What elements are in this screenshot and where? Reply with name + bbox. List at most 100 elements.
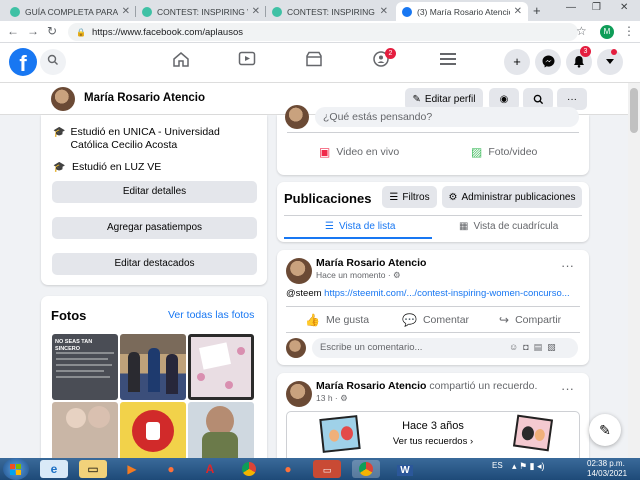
browser-tab-2[interactable]: CONTEST: INSPIRING W ✕ [136, 2, 266, 21]
new-tab-icon[interactable]: + [533, 3, 541, 18]
language-indicator[interactable]: ES [492, 461, 503, 470]
facebook-top-nav: f 2 + 3 [0, 43, 640, 83]
profile-name[interactable]: María Rosario Atencio [84, 92, 205, 104]
like-button[interactable]: 👍 Me gusta [305, 313, 369, 327]
tab-grid-view[interactable]: ▦ Vista de cuadrícula [459, 221, 558, 232]
add-hobbies-button[interactable]: Agregar pasatiempos [52, 217, 257, 239]
browser-menu-icon[interactable]: ⋮ [623, 24, 635, 38]
gif-icon[interactable]: ▤ [534, 342, 548, 352]
watch-icon[interactable] [238, 51, 256, 72]
tab-list-view[interactable]: ☰ Vista de lista [325, 221, 395, 232]
create-plus-icon[interactable]: + [504, 49, 530, 75]
avatar[interactable] [286, 381, 312, 407]
clock-time[interactable]: 02:38 p.m. [587, 459, 625, 468]
address-bar: ← → ↻ 🔒 https://www.facebook.com/aplauso… [0, 21, 640, 43]
browser-tab-1[interactable]: GUÍA COMPLETA PARA FO ✕ [4, 2, 136, 21]
photo-thumbnail[interactable] [188, 402, 254, 462]
comment-button[interactable]: 💬 Comentar [402, 313, 469, 327]
close-window-icon[interactable]: ✕ [620, 2, 628, 13]
photo-thumbnail[interactable]: NO SEAS TAN SINCERO [52, 334, 118, 400]
tab-label: CONTEST: INSPIRING WOM [287, 6, 376, 17]
forward-arrow-icon[interactable]: → [27, 24, 39, 38]
photos-card: Fotos Ver todas las fotos NO SEAS TAN SI… [41, 296, 267, 471]
firefox-icon[interactable]: ● [157, 460, 185, 478]
start-button[interactable] [3, 458, 29, 480]
close-tab-icon[interactable]: ✕ [122, 6, 130, 17]
live-video-label: Video en vivo [336, 146, 400, 158]
emoji-icon[interactable]: ☺ [509, 342, 523, 352]
photo-thumbnail[interactable] [52, 402, 118, 462]
filters-button[interactable]: ☰ Filtros [382, 186, 437, 208]
photo-video-button[interactable]: ▨ Foto/video [471, 145, 537, 159]
photo-thumbnail[interactable] [120, 402, 186, 462]
account-chevron-down-icon[interactable] [597, 49, 623, 75]
chrome-icon[interactable] [235, 460, 263, 478]
edit-featured-button[interactable]: Editar destacados [52, 253, 257, 275]
sticker-icon[interactable]: ▧ [547, 342, 561, 352]
new-message-pencil-icon[interactable]: ✎ [589, 414, 621, 446]
share-button[interactable]: ↪ Compartir [499, 313, 561, 327]
post-time[interactable]: 13 h · [316, 393, 340, 403]
publications-title: Publicaciones [284, 191, 372, 206]
clock-date[interactable]: 14/03/2021 [587, 469, 627, 478]
composer-input[interactable]: ¿Qué estás pensando? [315, 107, 579, 127]
presentation-app-icon[interactable]: ▭ [313, 460, 341, 478]
publications-card: Publicaciones ☰ Filtros ⚙ Administrar pu… [277, 182, 589, 242]
tab-label: (3) María Rosario Atencio | [417, 6, 510, 17]
grid-view-label: Vista de cuadrícula [473, 221, 559, 232]
bookmark-star-icon[interactable]: ☆ [576, 24, 587, 38]
close-tab-icon[interactable]: ✕ [380, 6, 388, 17]
steemit-favicon-icon [142, 6, 152, 17]
see-all-photos-link[interactable]: Ver todas las fotos [168, 309, 254, 321]
internet-explorer-icon[interactable]: e [40, 460, 68, 478]
url-input[interactable]: 🔒 https://www.facebook.com/aplausos [68, 23, 578, 41]
browser-tab-active[interactable]: (3) María Rosario Atencio | ✕ [396, 2, 528, 21]
facebook-logo[interactable]: f [9, 48, 37, 76]
media-player-icon[interactable]: ▶ [118, 460, 146, 478]
gear-icon: ⚙ [448, 191, 458, 203]
live-video-button[interactable]: ▣ Video en vivo [319, 145, 399, 159]
camera-icon[interactable]: ◘ [523, 342, 533, 352]
memory-box[interactable]: Hace 3 años Ver tus recuerdos › [286, 411, 580, 463]
post-author[interactable]: María Rosario Atencio [316, 257, 426, 269]
photo-caption-text: NO SEAS TAN SINCERO [55, 339, 93, 352]
close-tab-icon[interactable]: ✕ [514, 6, 522, 17]
windows-taskbar: e ▭ ▶ ● A ● ▭ W ES ▴ ⚑ ▮ ◂) 02:38 p.m. 1… [0, 458, 640, 480]
home-icon[interactable] [172, 51, 190, 73]
word-icon[interactable]: W [391, 460, 419, 478]
messenger-icon[interactable] [535, 49, 561, 75]
file-explorer-icon[interactable]: ▭ [79, 460, 107, 478]
browser-tab-3[interactable]: CONTEST: INSPIRING WOM ✕ [266, 2, 394, 21]
reload-icon[interactable]: ↻ [47, 24, 57, 38]
share-arrow-icon: ↪ [499, 313, 510, 327]
back-arrow-icon[interactable]: ← [7, 24, 19, 38]
pencil-icon: ✎ [412, 93, 421, 105]
marketplace-icon[interactable] [305, 51, 323, 72]
photo-thumbnail[interactable] [188, 334, 254, 400]
menu-bars-icon[interactable] [440, 51, 456, 71]
post-link[interactable]: https://steemit.com/.../contest-inspirin… [324, 288, 570, 299]
graduation-cap-icon: 🎓 [53, 162, 66, 173]
avatar[interactable] [51, 87, 75, 111]
post-author[interactable]: María Rosario Atencio [316, 380, 426, 392]
tray-icons[interactable]: ▴ ⚑ ▮ ◂) [512, 461, 545, 472]
search-icon[interactable] [40, 49, 66, 75]
firefox-icon[interactable]: ● [274, 460, 302, 478]
minimize-icon[interactable]: — [566, 2, 576, 13]
post-header-line: María Rosario Atencio compartió un recue… [316, 380, 537, 392]
scrollbar-track[interactable] [628, 83, 640, 458]
thumbs-up-icon: 👍 [305, 313, 320, 327]
post-options-icon[interactable]: ··· [561, 381, 574, 396]
avatar[interactable] [286, 258, 312, 284]
edit-details-button[interactable]: Editar detalles [52, 181, 257, 203]
close-tab-icon[interactable]: ✕ [252, 6, 260, 17]
manage-posts-button[interactable]: ⚙ Administrar publicaciones [442, 186, 582, 208]
scrollbar-thumb[interactable] [630, 88, 638, 133]
pdf-reader-icon[interactable]: A [196, 460, 224, 478]
post-options-icon[interactable]: ··· [561, 258, 574, 273]
post-time[interactable]: Hace un momento · [316, 270, 393, 280]
photo-thumbnail[interactable] [120, 334, 186, 400]
profile-avatar[interactable]: M [600, 25, 614, 39]
maximize-icon[interactable]: ❐ [592, 2, 601, 13]
chrome-active-icon[interactable] [352, 460, 380, 478]
